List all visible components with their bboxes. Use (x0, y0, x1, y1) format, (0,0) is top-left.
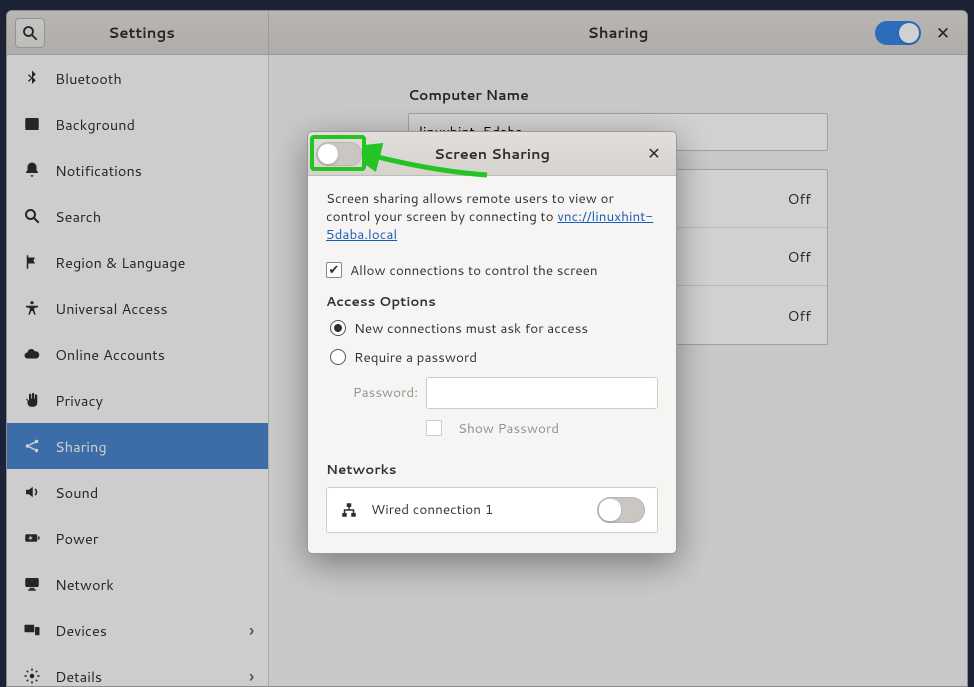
wired-network-icon (339, 500, 359, 520)
show-password-label: Show Password (458, 419, 559, 438)
radio-password[interactable] (330, 349, 346, 365)
settings-window: Settings Sharing ✕ Bluetooth (6, 10, 968, 687)
dialog-close-button[interactable]: ✕ (642, 142, 666, 166)
allow-control-checkbox-row[interactable]: Allow connections to control the screen (326, 261, 658, 280)
show-password-checkbox[interactable] (426, 420, 442, 436)
screen-sharing-dialog: Screen Sharing ✕ Screen sharing allows r… (307, 131, 677, 554)
close-icon: ✕ (647, 142, 660, 165)
network-row[interactable]: Wired connection 1 (327, 488, 657, 532)
networks-list: Wired connection 1 (326, 487, 658, 533)
radio-ask-label: New connections must ask for access (354, 319, 588, 338)
dialog-headerbar: Screen Sharing ✕ (308, 132, 676, 176)
network-enable-switch[interactable] (597, 497, 645, 523)
access-option-ask[interactable]: New connections must ask for access (326, 319, 658, 338)
radio-password-label: Require a password (354, 348, 477, 367)
radio-ask[interactable] (330, 320, 346, 336)
access-option-password[interactable]: Require a password (326, 348, 658, 367)
screen-sharing-enable-switch[interactable] (316, 142, 362, 166)
password-input[interactable] (426, 377, 658, 409)
networks-heading: Networks (326, 460, 658, 479)
allow-control-checkbox[interactable] (326, 262, 342, 278)
password-label: Password: (344, 383, 418, 402)
dialog-title: Screen Sharing (308, 143, 676, 164)
access-options-heading: Access Options (326, 292, 658, 311)
allow-control-label: Allow connections to control the screen (350, 261, 598, 280)
dialog-description: Screen sharing allows remote users to vi… (326, 190, 658, 245)
network-label: Wired connection 1 (371, 500, 493, 519)
show-password-row[interactable]: Show Password (326, 419, 658, 438)
